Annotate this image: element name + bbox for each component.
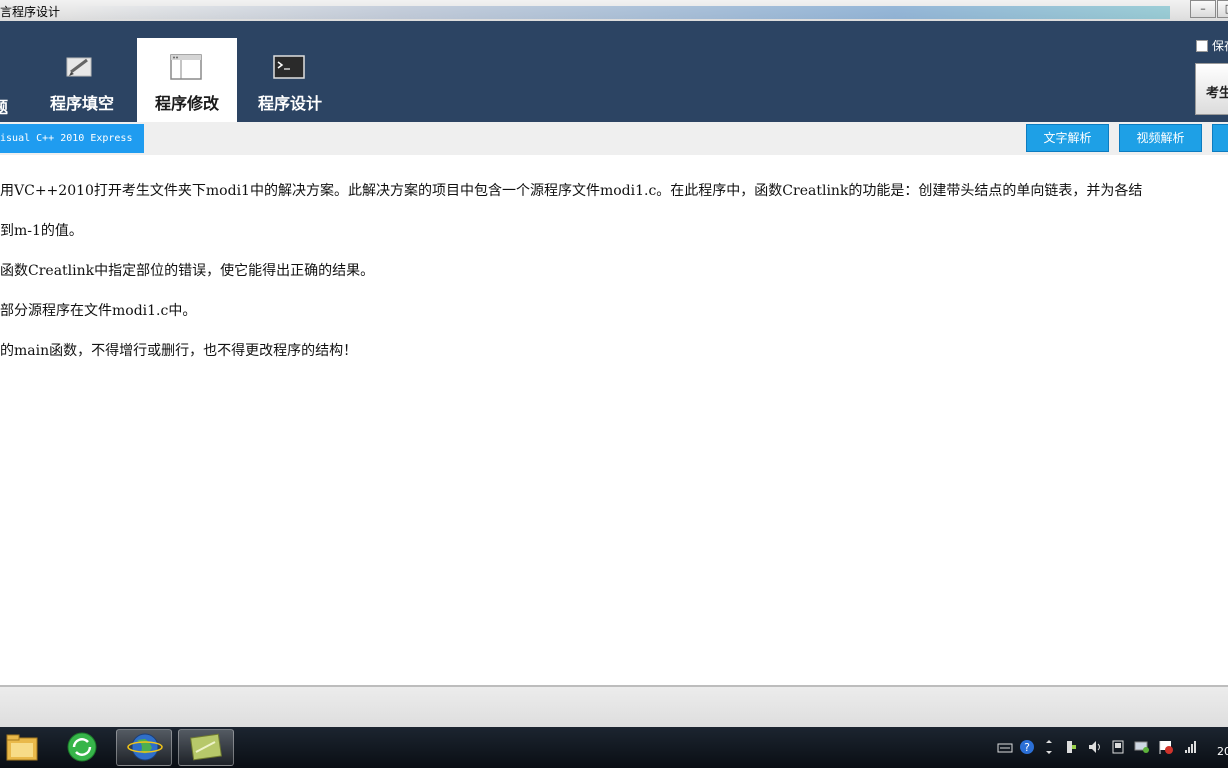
arrow-icon[interactable]	[1041, 739, 1057, 755]
window-title: 言程序设计	[0, 5, 61, 19]
globe-app-icon[interactable]	[116, 729, 172, 766]
keyboard-icon[interactable]	[997, 739, 1013, 755]
terminal-icon	[273, 54, 305, 80]
signal-icon[interactable]	[1182, 739, 1198, 755]
tab-modify-program[interactable]: 程序修改	[137, 38, 237, 122]
tab-modify-program-label: 程序修改	[154, 94, 219, 113]
examinee-button[interactable]: 考生	[1195, 63, 1228, 115]
tab-program-design-label: 程序设计	[257, 94, 322, 113]
tab-fill-in-program-label: 程序填空	[49, 94, 114, 113]
video-analysis-button[interactable]: 视频解析	[1119, 124, 1202, 152]
volume-icon[interactable]	[1087, 739, 1103, 755]
ribbon: 题 程序填空 程序修改 程序设计 保 考	[0, 21, 1228, 122]
problem-description: 用VC++2010打开考生文件夹下modi1中的解决方案。此解决方案的项目中包含…	[0, 155, 1228, 685]
background-window-strip	[70, 6, 1170, 19]
device-icon[interactable]	[1110, 739, 1126, 755]
save-checkbox-label: 保存	[1212, 39, 1228, 53]
problem-line-5: 的main函数，不得增行或删行，也不得更改程序的结构！	[0, 343, 358, 359]
network-icon[interactable]	[1134, 739, 1150, 755]
save-checkbox[interactable]	[1196, 39, 1208, 52]
flag-icon[interactable]	[1158, 739, 1174, 755]
tab-program-design[interactable]: 程序设计	[240, 38, 340, 122]
taskbar-clock[interactable]: 20	[1217, 745, 1228, 758]
environment-label: Visual C++ 2010 Express	[0, 124, 144, 153]
tab-fill-in-program[interactable]: 程序填空	[32, 38, 132, 122]
problem-line-3: 函数Creatlink中指定部位的错误，使它能得出正确的结果。	[0, 263, 375, 279]
maximize-button[interactable]: □	[1217, 0, 1228, 18]
toolbar: Visual C++ 2010 Express 文字解析 视频解析	[0, 122, 1228, 155]
problem-line-4: 部分源程序在文件modi1.c中。	[0, 303, 197, 319]
help-icon[interactable]: ?	[1019, 739, 1035, 755]
status-bar	[0, 687, 1228, 727]
minimize-button[interactable]: –	[1190, 0, 1216, 18]
svg-text:?: ?	[1024, 741, 1030, 754]
tab-partial-left[interactable]: 题	[0, 94, 8, 118]
toolbar-button-partial[interactable]	[1212, 124, 1228, 152]
exam-app-icon[interactable]	[178, 729, 234, 766]
pen-icon	[65, 54, 97, 80]
problem-line-2: 到m-1的值。	[0, 223, 83, 239]
window-icon	[170, 54, 202, 80]
text-analysis-button[interactable]: 文字解析	[1026, 124, 1109, 152]
save-checkbox-area[interactable]: 保存	[1196, 35, 1228, 54]
problem-line-1: 用VC++2010打开考生文件夹下modi1中的解决方案。此解决方案的项目中包含…	[0, 183, 1143, 199]
window-title-bar: 言程序设计 – □	[0, 0, 1228, 22]
pin-icon[interactable]	[1063, 739, 1079, 755]
refresh-app-icon[interactable]	[60, 729, 116, 766]
file-explorer-icon[interactable]	[2, 729, 58, 766]
taskbar: ? 20	[0, 727, 1228, 768]
